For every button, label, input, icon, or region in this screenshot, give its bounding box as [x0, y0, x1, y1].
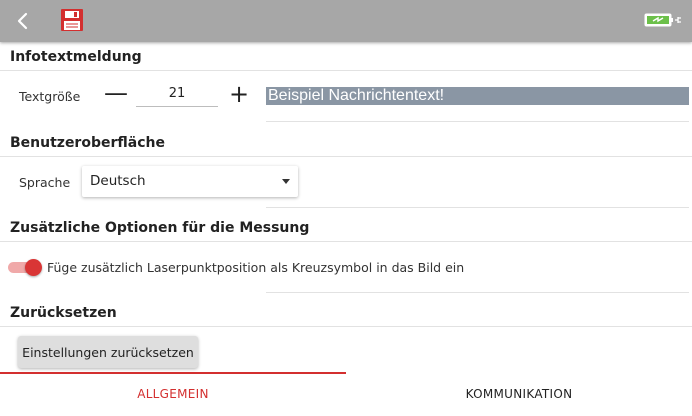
section-title-measurement-options: Zusätzliche Optionen für die Messung: [10, 220, 310, 236]
tab-bar: ALLGEMEIN KOMMUNIKATION: [0, 372, 692, 416]
language-select-value: Deutsch: [90, 173, 146, 189]
divider: [266, 207, 689, 208]
save-icon[interactable]: [60, 8, 84, 32]
increase-text-size-button[interactable]: +: [225, 81, 253, 109]
section-title-reset: Zurücksetzen: [10, 305, 117, 321]
dropdown-arrow-icon: [282, 179, 290, 184]
language-label: Sprache: [19, 175, 71, 190]
toggle-thumb: [25, 259, 42, 276]
text-size-input[interactable]: [136, 80, 218, 107]
laser-crosshair-label: Füge zusätzlich Laserpunktposition als K…: [47, 260, 465, 275]
divider: [0, 156, 692, 157]
battery-charging-icon: [644, 13, 681, 27]
laser-crosshair-toggle[interactable]: [8, 259, 42, 276]
top-toolbar: [0, 0, 692, 42]
language-select[interactable]: Deutsch: [82, 166, 298, 197]
divider: [0, 70, 692, 71]
back-icon[interactable]: [12, 10, 34, 32]
divider: [0, 241, 692, 242]
reset-settings-button[interactable]: Einstellungen zurücksetzen: [18, 336, 198, 368]
divider: [0, 326, 692, 327]
section-title-user-interface: Benutzeroberfläche: [10, 135, 165, 151]
tab-communication[interactable]: KOMMUNIKATION: [346, 372, 692, 416]
section-title-info-text: Infotextmeldung: [10, 49, 142, 65]
tab-general[interactable]: ALLGEMEIN: [0, 372, 346, 416]
decrease-text-size-button[interactable]: —: [102, 80, 130, 108]
divider: [266, 121, 689, 122]
divider: [266, 292, 689, 293]
message-preview: Beispiel Nachrichtentext!: [266, 87, 689, 105]
text-size-label: Textgröße: [19, 89, 81, 104]
